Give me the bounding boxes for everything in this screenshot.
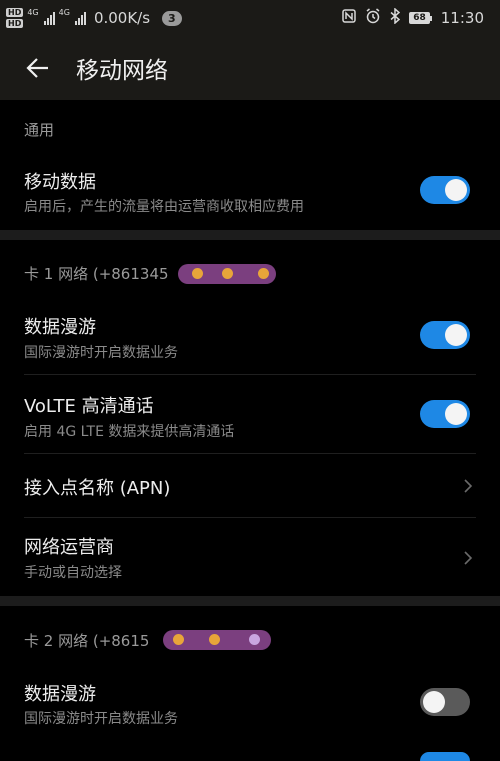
setting-subtitle: 手动或自动选择	[24, 565, 122, 581]
status-left: HD HD 4G 4G 0.00K/s 3	[6, 8, 182, 28]
back-button[interactable]	[0, 36, 76, 100]
row-separator	[24, 374, 476, 375]
data-roaming-sim1-toggle[interactable]	[420, 321, 470, 349]
network-speed: 0.00K/s	[93, 9, 151, 27]
arrow-left-icon	[26, 58, 48, 78]
redaction-mark	[178, 264, 276, 284]
status-bar: HD HD 4G 4G 0.00K/s 3 68 11:30	[0, 0, 500, 36]
hd-badge: HD	[6, 8, 24, 17]
nfc-icon	[342, 9, 356, 27]
section-divider	[0, 230, 500, 240]
setting-subtitle: 启用后，产生的流量将由运营商收取相应费用	[24, 199, 304, 215]
signal-icon	[43, 11, 55, 25]
setting-network-operator[interactable]: 网络运营商 手动或自动选择	[0, 526, 500, 592]
setting-subtitle: 国际漫游时开启数据业务	[24, 345, 178, 361]
section-header-general: 通用	[24, 121, 55, 139]
section-divider	[0, 596, 500, 606]
setting-title: 接入点名称 (APN)	[24, 478, 171, 499]
setting-title: 数据漫游	[24, 684, 96, 705]
bluetooth-icon	[390, 7, 401, 28]
setting-title: 移动数据	[24, 172, 96, 193]
setting-data-roaming-sim2[interactable]: 数据漫游 国际漫游时开启数据业务	[0, 672, 500, 738]
page-title: 移动网络	[76, 58, 168, 84]
signal-icon	[74, 11, 86, 25]
hd-badges: HD HD	[6, 8, 24, 28]
section-header-sim1: 卡 1 网络 (+861345	[24, 265, 169, 283]
app-bar: 移动网络	[0, 36, 500, 100]
setting-title: 数据漫游	[24, 317, 96, 338]
section-header-sim2: 卡 2 网络 (+8615	[24, 632, 150, 650]
hd-badge: HD	[6, 19, 24, 28]
notification-count-badge: 3	[162, 10, 182, 26]
volte-toggle[interactable]	[420, 400, 470, 428]
setting-volte[interactable]: VoLTE 高清通话 启用 4G LTE 数据来提供高清通话	[0, 384, 500, 450]
setting-apn[interactable]: 接入点名称 (APN)	[0, 454, 500, 516]
status-right: 68 11:30	[342, 7, 484, 28]
alarm-icon	[365, 8, 381, 28]
chevron-right-icon	[464, 479, 473, 493]
clock: 11:30	[440, 9, 484, 27]
mobile-data-toggle[interactable]	[420, 176, 470, 204]
battery-level: 68	[409, 12, 430, 24]
setting-title: VoLTE 高清通话	[24, 396, 154, 417]
setting-subtitle: 国际漫游时开启数据业务	[24, 711, 178, 727]
setting-subtitle: 启用 4G LTE 数据来提供高清通话	[24, 424, 235, 440]
row-separator	[24, 517, 476, 518]
chevron-right-icon	[464, 551, 473, 565]
setting-title: 网络运营商	[24, 537, 114, 558]
redaction-mark	[163, 630, 271, 650]
network-type-label: 4G	[27, 8, 39, 17]
data-roaming-sim2-toggle[interactable]	[420, 688, 470, 716]
next-toggle-partial[interactable]	[420, 752, 470, 761]
battery-icon: 68	[409, 12, 432, 24]
setting-data-roaming-sim1[interactable]: 数据漫游 国际漫游时开启数据业务	[0, 305, 500, 371]
network-type-label: 4G	[58, 8, 70, 17]
setting-mobile-data[interactable]: 移动数据 启用后，产生的流量将由运营商收取相应费用	[0, 160, 500, 222]
